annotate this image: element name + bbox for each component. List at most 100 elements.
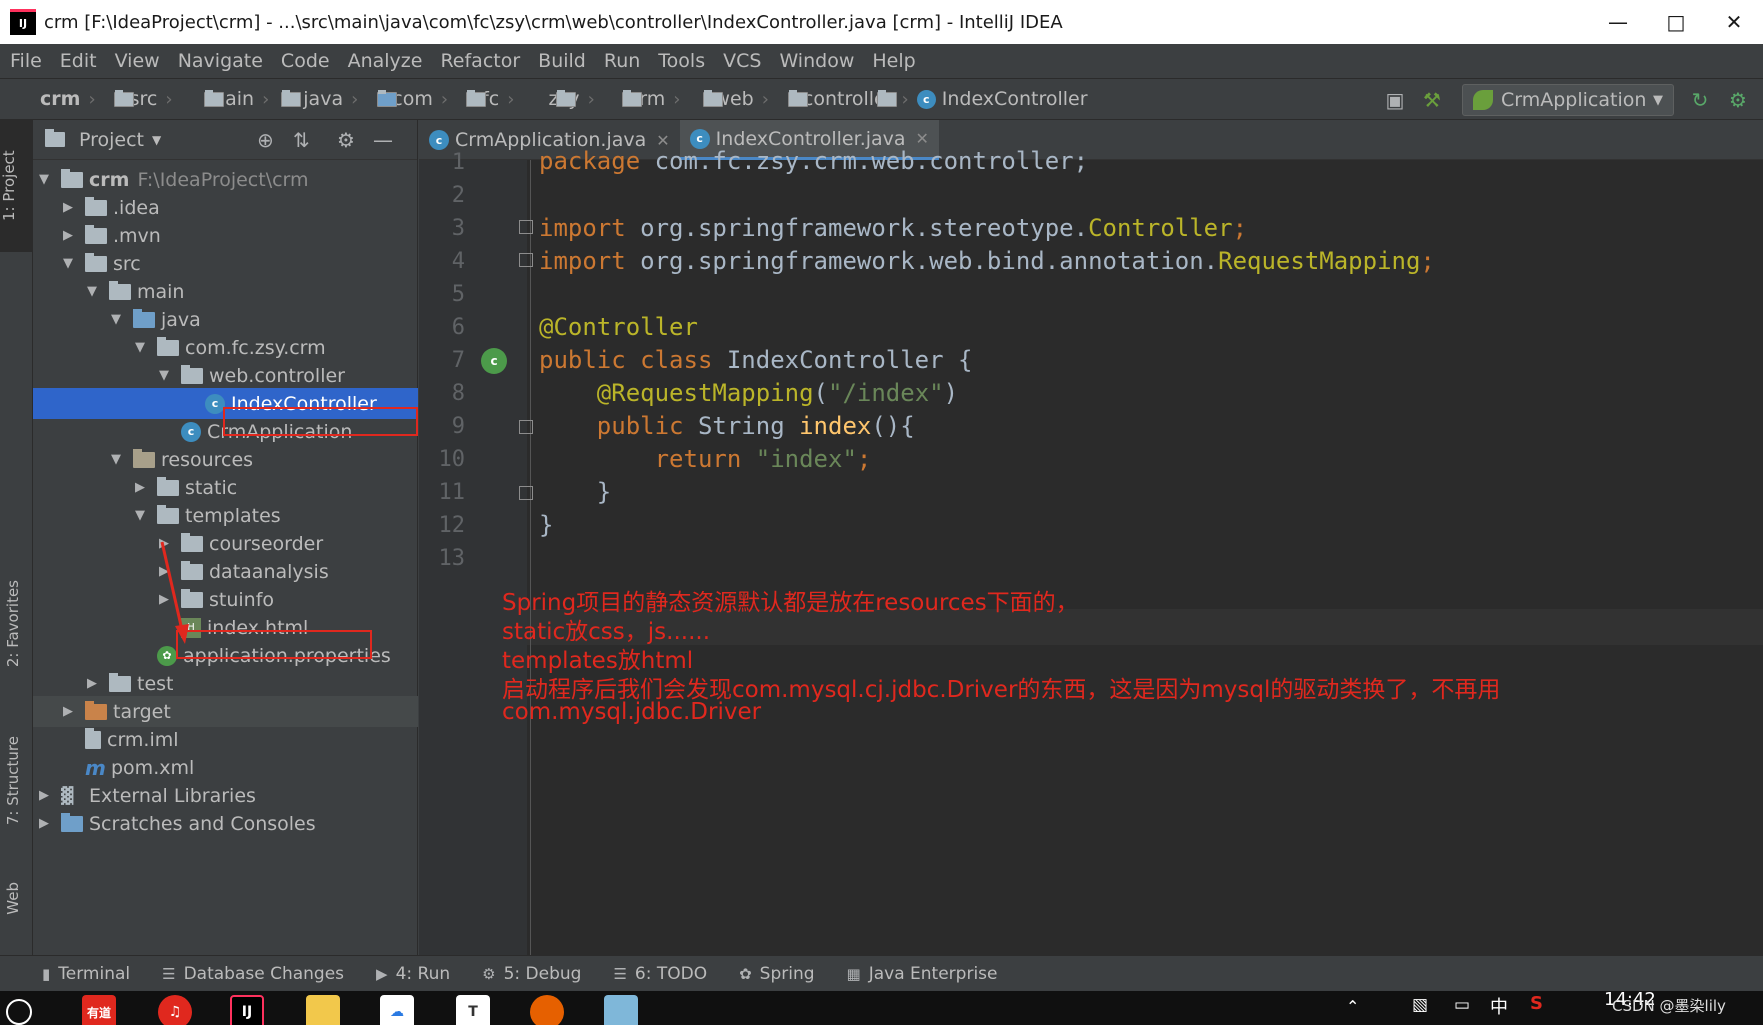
tool-database-changes[interactable]: ☰ Database Changes [162, 964, 344, 984]
battery-icon[interactable]: ▭ [1454, 995, 1470, 1015]
menu-edit[interactable]: Edit [60, 50, 97, 72]
tree-item-static[interactable]: ▶ static [33, 472, 418, 503]
tree-item-idea[interactable]: ▶ .idea [33, 192, 418, 223]
tool-run[interactable]: ▶ 4: Run [376, 964, 450, 984]
tab-structure[interactable]: 7: Structure [4, 736, 22, 825]
rerun-icon[interactable]: ↻ [1686, 86, 1714, 114]
maximize-icon[interactable]: □ [1647, 0, 1705, 44]
run-configuration-dropdown[interactable]: CrmApplication ▼ [1462, 84, 1674, 116]
java-ee-icon: ▦ [846, 964, 861, 983]
tool-terminal[interactable]: ▮ Terminal [42, 964, 130, 984]
intellij-app-icon[interactable]: IJ [230, 995, 264, 1025]
baidu-netdisk-icon[interactable]: ☁ [380, 995, 414, 1025]
fold-marker-icon[interactable] [519, 220, 533, 234]
menu-file[interactable]: File [10, 50, 42, 72]
code-line: import org.springframework.web.bind.anno… [539, 247, 1435, 275]
tree-item-external-libraries[interactable]: ▶ ▓ External Libraries [33, 780, 418, 811]
tab-project[interactable]: 1: Project [0, 120, 33, 252]
code-line: import org.springframework.stereotype.Co… [539, 214, 1248, 242]
hide-panel-icon[interactable]: — [373, 128, 393, 152]
menu-view[interactable]: View [115, 50, 160, 72]
tree-item-crm-iml[interactable]: crm.iml [33, 724, 418, 755]
line-number: 10 [438, 447, 466, 472]
breadcrumb-crm-package[interactable]: crm › [603, 88, 723, 110]
tool-todo[interactable]: ☰ 6: TODO [613, 964, 707, 984]
menu-vcs[interactable]: VCS [723, 50, 761, 72]
menu-analyze[interactable]: Analyze [348, 50, 423, 72]
project-view-selector[interactable]: Project [79, 129, 144, 151]
terminal-icon: ▮ [42, 964, 51, 983]
tree-item-dataanalysis[interactable]: ▶ dataanalysis [33, 556, 418, 587]
tree-item-main[interactable]: ▼ main [33, 276, 418, 307]
menu-tools[interactable]: Tools [658, 50, 705, 72]
project-panel: Project ▼ ⊕ ⇅ ⚙ — ▼ crm F:\IdeaProject\crm… [33, 120, 418, 955]
close-tab-icon[interactable]: ✕ [916, 129, 929, 148]
tree-item-resources[interactable]: ▼ resources [33, 444, 418, 475]
breadcrumb-indexcontroller[interactable]: c IndexController [916, 88, 1088, 110]
menu-navigate[interactable]: Navigate [178, 50, 263, 72]
menu-bar: File Edit View Navigate Code Analyze Ref… [0, 44, 1763, 78]
tree-item-templates[interactable]: ▼ templates [33, 500, 418, 531]
folder-icon [280, 89, 301, 107]
menu-help[interactable]: Help [872, 50, 915, 72]
search-icon[interactable] [6, 999, 32, 1025]
close-icon[interactable]: ✕ [1705, 0, 1763, 44]
sogou-ime-icon[interactable]: S [1530, 993, 1543, 1014]
typora-icon[interactable]: T [456, 995, 490, 1025]
tool-spring[interactable]: ✿ Spring [739, 964, 814, 984]
tree-item-pom-xml[interactable]: m pom.xml [33, 752, 418, 783]
tab-favorites[interactable]: 2: Favorites [4, 580, 22, 667]
firefox-icon[interactable] [530, 995, 564, 1025]
network-icon[interactable]: ▧ [1412, 995, 1428, 1015]
breadcrumb-crm[interactable]: crm › [14, 88, 134, 110]
menu-code[interactable]: Code [281, 50, 330, 72]
debug-bug-icon[interactable]: ⚙ [1724, 86, 1752, 114]
locate-icon[interactable]: ⊕ [257, 128, 274, 152]
breadcrumb-web[interactable]: web › [688, 88, 809, 110]
tree-item-courseorder[interactable]: ▶ courseorder [33, 528, 418, 559]
tab-web[interactable]: Web [4, 882, 22, 915]
tree-item-com-fc-zsy-crm[interactable]: ▼ com.fc.zsy.crm [33, 332, 418, 363]
menu-run[interactable]: Run [604, 50, 640, 72]
tree-item-crm[interactable]: ▼ crm F:\IdeaProject\crm [33, 164, 418, 195]
line-number: 12 [438, 513, 466, 538]
annotation-note: com.mysql.jdbc.Driver [502, 699, 762, 725]
run-icon: ▶ [376, 964, 388, 983]
fold-marker-icon[interactable] [519, 253, 533, 267]
line-number: 8 [451, 381, 465, 406]
tool-java-enterprise[interactable]: ▦ Java Enterprise [847, 964, 998, 984]
netease-music-icon[interactable]: ♫ [158, 995, 192, 1025]
menu-build[interactable]: Build [538, 50, 586, 72]
tree-item-mvn[interactable]: ▶ .mvn [33, 220, 418, 251]
tree-item-src[interactable]: ▼ src [33, 248, 418, 279]
tree-item-stuinfo[interactable]: ▶ stuinfo [33, 584, 418, 615]
line-number: 3 [451, 216, 465, 241]
bug-icon: ⚙ [482, 964, 496, 983]
file-explorer-icon[interactable] [306, 995, 340, 1025]
tree-item-target[interactable]: ▶ target [33, 696, 418, 727]
tree-item-scratches[interactable]: ▶ Scratches and Consoles [33, 808, 418, 839]
chevron-up-icon[interactable]: ⌃ [1346, 997, 1359, 1016]
youdao-app-icon[interactable]: 有道 [82, 995, 116, 1025]
tree-item-test[interactable]: ▶ test [33, 668, 418, 699]
notepad-icon[interactable] [604, 995, 638, 1025]
highlight-box-indexcontroller [223, 407, 418, 436]
layout-icon[interactable]: ▣ [1381, 86, 1409, 114]
gear-icon[interactable]: ⚙ [337, 128, 355, 152]
spring-bean-gutter-icon[interactable]: c [481, 348, 507, 374]
tree-item-web-controller[interactable]: ▼ web.controller [33, 360, 418, 391]
tool-debug[interactable]: ⚙ 5: Debug [482, 964, 581, 984]
breadcrumb-main[interactable]: main › [181, 88, 301, 110]
build-hammer-icon[interactable]: ⚒ [1418, 86, 1446, 114]
tree-item-java[interactable]: ▼ java [33, 304, 418, 335]
ime-indicator[interactable]: 中 [1490, 993, 1508, 1019]
minimize-icon[interactable]: — [1589, 0, 1647, 44]
code-editor[interactable]: 1 2 3 4 5 6 7 8 9 10 11 12 13 c package … [419, 147, 1763, 955]
chevron-down-icon[interactable]: ▼ [152, 133, 161, 147]
collapse-all-icon[interactable]: ⇅ [293, 128, 310, 152]
package-icon [556, 89, 577, 107]
fold-marker-icon[interactable] [519, 420, 533, 434]
menu-refactor[interactable]: Refactor [440, 50, 520, 72]
menu-window[interactable]: Window [779, 50, 854, 72]
fold-marker-icon[interactable] [519, 486, 533, 500]
